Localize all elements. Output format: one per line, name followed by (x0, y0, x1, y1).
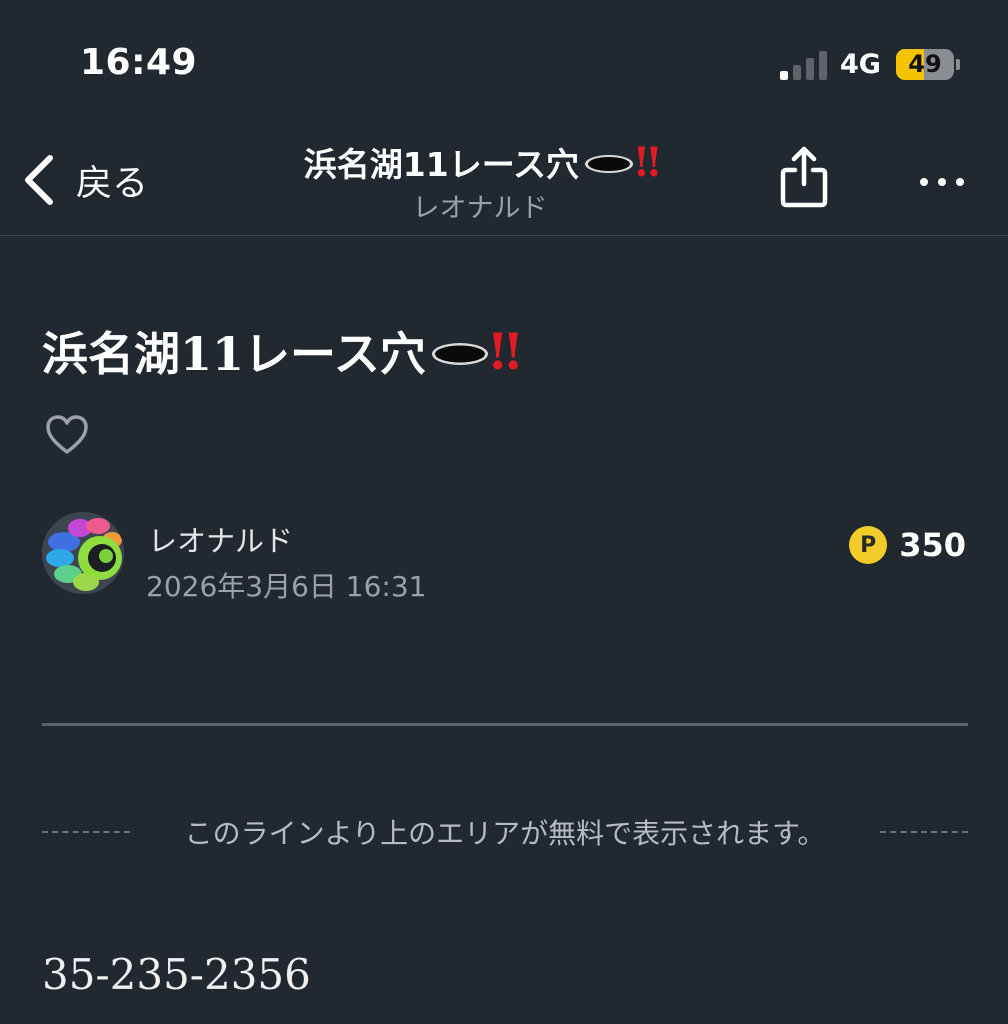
points-coin-icon: P (849, 526, 888, 564)
heart-icon (46, 415, 88, 454)
battery-icon: 49 (896, 49, 960, 80)
article-body: 35-235-2356 (42, 950, 311, 999)
battery-percent: 49 (908, 50, 942, 78)
signal-icon (780, 50, 828, 80)
paywall-line: このラインより上のエリアが無料で表示されます。 (42, 812, 968, 852)
share-icon (780, 146, 828, 208)
article-title: 浜名湖11レース穴 ‼ (42, 318, 522, 384)
hole-icon (431, 343, 488, 365)
paywall-notice: このラインより上のエリアが無料で表示されます。 (184, 817, 826, 850)
status-time: 16:49 (80, 42, 198, 83)
more-icon (920, 178, 964, 186)
nav-title: 浜名湖11レース穴 ‼ (230, 138, 730, 186)
article-title-text: 浜名湖11レース穴 (42, 327, 426, 381)
author-name[interactable]: レオナルド (148, 518, 293, 560)
like-button[interactable] (44, 414, 90, 456)
nav-subtitle: レオナルド (412, 193, 548, 224)
app-screen: 16:49 4G 49 戻る 浜名湖11レース穴 ‼ レオナルド 浜名湖11レー… (0, 0, 1008, 1024)
network-type: 4G (840, 49, 881, 80)
back-button[interactable]: 戻る (20, 150, 148, 210)
nav-title-text: 浜名湖11レース穴 (303, 145, 580, 184)
points-value: 350 (899, 526, 966, 564)
back-label: 戻る (76, 163, 149, 204)
chevron-left-icon (25, 155, 53, 205)
avatar-image (42, 512, 124, 594)
nav-divider (0, 235, 1008, 236)
double-exclamation-icon: ‼ (489, 321, 522, 381)
post-date: 2026年3月6日 16:31 (146, 570, 427, 603)
content-divider (42, 723, 968, 726)
double-exclamation-icon: ‼ (635, 138, 660, 186)
dashed-line-right (880, 831, 968, 833)
dashed-line-left (42, 831, 130, 833)
author-avatar[interactable] (42, 512, 124, 594)
more-button[interactable] (918, 172, 966, 192)
share-button[interactable] (778, 144, 830, 210)
hole-icon (585, 155, 634, 173)
points-badge: P 350 (849, 526, 966, 564)
